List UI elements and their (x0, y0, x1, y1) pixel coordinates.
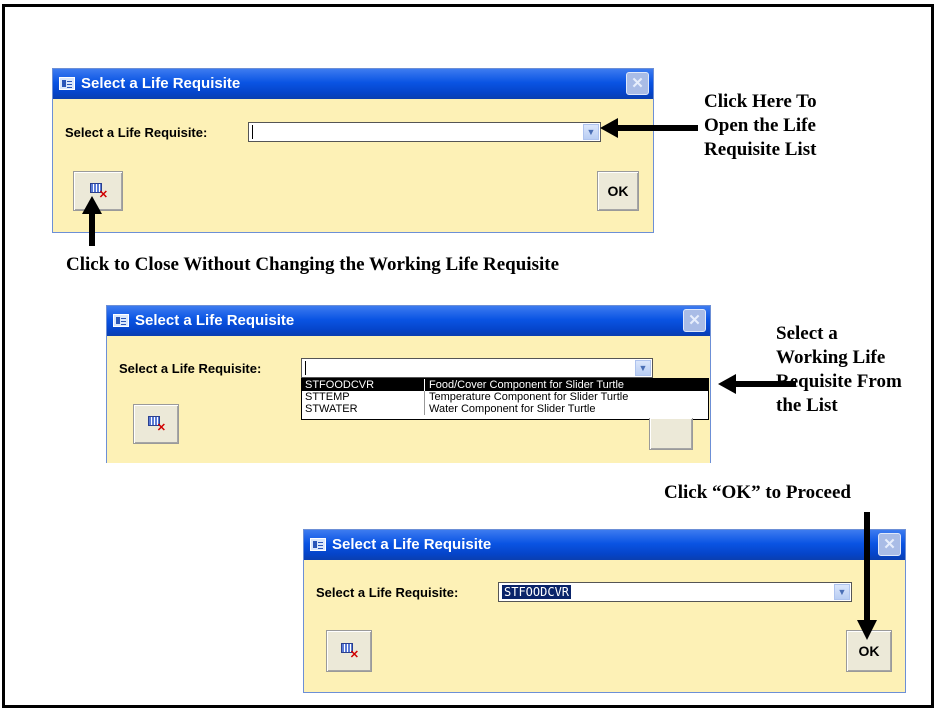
chevron-down-icon[interactable]: ▼ (834, 584, 850, 600)
item-code: STFOODCVR (305, 379, 375, 391)
annotation-line: Requisite List (704, 139, 817, 160)
title-bar[interactable]: Select a Life Requisite ✕ (53, 69, 653, 99)
form-icon (310, 538, 326, 551)
close-form-icon: ✕ (148, 416, 166, 434)
close-icon[interactable]: ✕ (878, 533, 901, 556)
close-without-saving-button[interactable]: ✕ (326, 630, 372, 672)
item-description: Food/Cover Component for Slider Turtle (424, 379, 624, 391)
close-form-icon: ✕ (341, 643, 359, 661)
annotation-open-list: Click Here To Open the Life Requisite Li… (704, 90, 817, 162)
item-description: Water Component for Slider Turtle (424, 403, 596, 415)
form-icon (113, 314, 129, 327)
combo-value: STFOODCVR (502, 585, 572, 599)
list-item[interactable]: STWATER Water Component for Slider Turtl… (302, 403, 708, 415)
chevron-down-icon[interactable]: ▼ (635, 360, 651, 376)
close-icon[interactable]: ✕ (626, 72, 649, 95)
window-title: Select a Life Requisite (332, 536, 492, 553)
item-description: Temperature Component for Slider Turtle (424, 391, 628, 403)
list-item[interactable]: STTEMP Temperature Component for Slider … (302, 391, 708, 403)
annotation-line: Click Here To (704, 91, 817, 112)
field-label: Select a Life Requisite: (119, 361, 262, 376)
annotation-close-without-changing: Click to Close Without Changing the Work… (66, 254, 560, 275)
item-code: STWATER (305, 403, 358, 415)
field-label: Select a Life Requisite: (65, 125, 208, 140)
title-bar[interactable]: Select a Life Requisite ✕ (107, 306, 710, 336)
arrow-to-close-button (82, 196, 102, 246)
arrow-to-list-item (718, 374, 796, 394)
life-requisite-combo[interactable]: ▼ (248, 122, 601, 142)
field-label: Select a Life Requisite: (316, 585, 459, 600)
text-cursor (252, 125, 253, 139)
close-without-saving-button[interactable]: ✕ (133, 404, 179, 444)
life-requisite-dropdown-list[interactable]: STFOODCVR Food/Cover Component for Slide… (301, 378, 709, 420)
annotation-line: Open the Life (704, 115, 816, 136)
form-icon (59, 77, 75, 90)
ok-button-partial[interactable] (649, 418, 693, 450)
annotation-click-ok: Click “OK” to Proceed (664, 482, 851, 503)
annotation-line: the List (776, 395, 838, 416)
title-bar[interactable]: Select a Life Requisite ✕ (304, 530, 905, 560)
life-requisite-combo[interactable]: ▼ (301, 358, 653, 378)
dialog-select-life-requisite-1: Select a Life Requisite ✕ Select a Life … (52, 68, 654, 233)
ok-label: OK (607, 183, 629, 199)
list-item[interactable]: STFOODCVR Food/Cover Component for Slide… (302, 379, 708, 391)
ok-button[interactable]: OK (597, 171, 639, 211)
item-code: STTEMP (305, 391, 350, 403)
arrow-to-dropdown (600, 118, 698, 138)
window-title: Select a Life Requisite (81, 75, 241, 92)
close-icon[interactable]: ✕ (683, 309, 706, 332)
life-requisite-combo[interactable]: STFOODCVR ▼ (498, 582, 852, 602)
annotation-line: Working Life (776, 347, 886, 368)
annotation-select-working-requisite: Select a Working Life Requisite From the… (776, 322, 902, 418)
text-cursor (305, 361, 306, 375)
annotation-line: Select a (776, 323, 838, 344)
chevron-down-icon[interactable]: ▼ (583, 124, 599, 140)
arrow-to-ok-button (857, 512, 877, 640)
dialog-select-life-requisite-3: Select a Life Requisite ✕ Select a Life … (303, 529, 906, 693)
window-title: Select a Life Requisite (135, 312, 295, 329)
dialog-select-life-requisite-2: Select a Life Requisite ✕ Select a Life … (106, 305, 711, 463)
